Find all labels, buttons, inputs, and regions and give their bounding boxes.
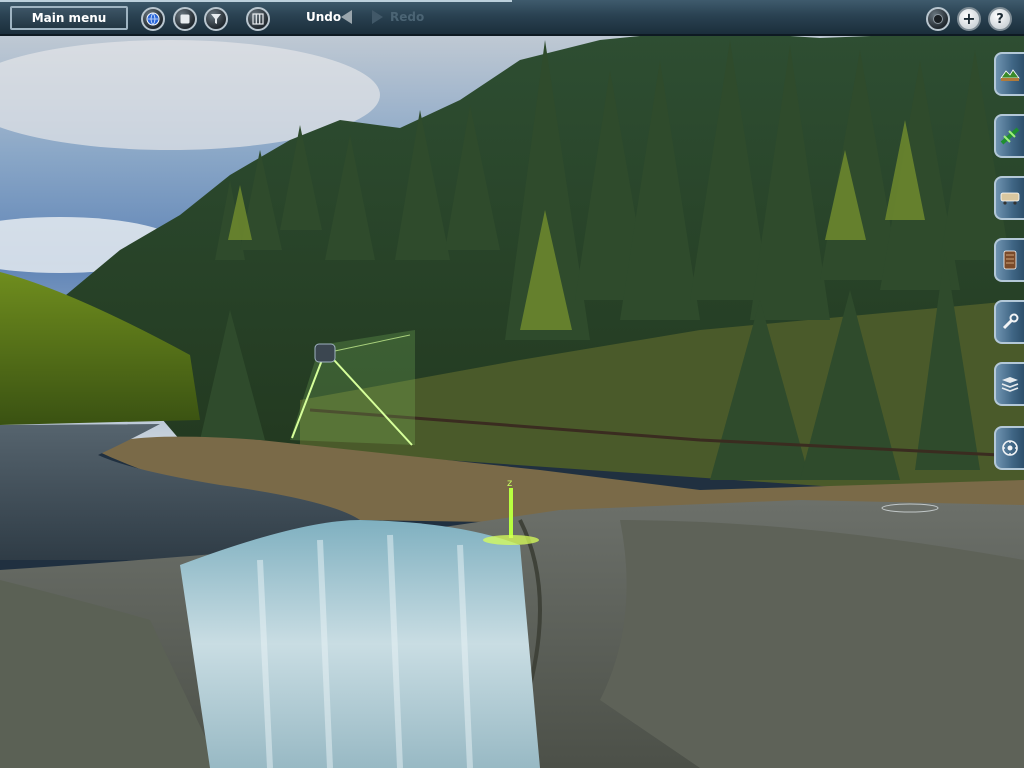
track-tool-icon xyxy=(1000,127,1020,145)
help-glyph: ? xyxy=(996,11,1004,27)
globe-icon[interactable] xyxy=(141,7,165,31)
zoom-in-icon[interactable]: + xyxy=(957,7,981,31)
side-tool-settings[interactable] xyxy=(994,426,1024,470)
side-tool-train[interactable] xyxy=(994,176,1024,220)
paint-tool-icon xyxy=(1003,250,1017,270)
side-tool-terrain[interactable] xyxy=(994,52,1024,96)
undo-arrow-icon[interactable] xyxy=(341,10,352,24)
main-menu-button[interactable]: Main menu xyxy=(10,6,128,30)
undo-button[interactable]: Undo xyxy=(306,10,341,24)
side-tool-paint[interactable] xyxy=(994,238,1024,282)
side-tool-wrench[interactable] xyxy=(994,300,1024,344)
side-tool-track[interactable] xyxy=(994,114,1024,158)
wrench-tool-icon xyxy=(1002,313,1019,330)
toolbar-highlight xyxy=(0,0,512,2)
grid-icon[interactable] xyxy=(246,7,270,31)
train-tool-icon xyxy=(1000,192,1020,205)
layers-tool-icon xyxy=(1001,377,1019,392)
stop-icon[interactable] xyxy=(173,7,197,31)
gizmo-axis-label: z xyxy=(507,478,512,489)
top-toolbar: Main menu Undo Redo + ? xyxy=(0,0,1024,36)
redo-button: Redo xyxy=(390,10,425,24)
3d-viewport[interactable]: z xyxy=(0,0,1024,768)
help-icon[interactable]: ? xyxy=(988,7,1012,31)
redo-arrow-icon xyxy=(372,10,383,24)
terrain-tool-icon xyxy=(1000,69,1020,81)
settings-tool-icon xyxy=(1002,440,1018,456)
camera-icon[interactable] xyxy=(926,7,950,31)
filter-icon[interactable] xyxy=(204,7,228,31)
plus-glyph: + xyxy=(962,9,976,28)
side-tool-layers[interactable] xyxy=(994,362,1024,406)
